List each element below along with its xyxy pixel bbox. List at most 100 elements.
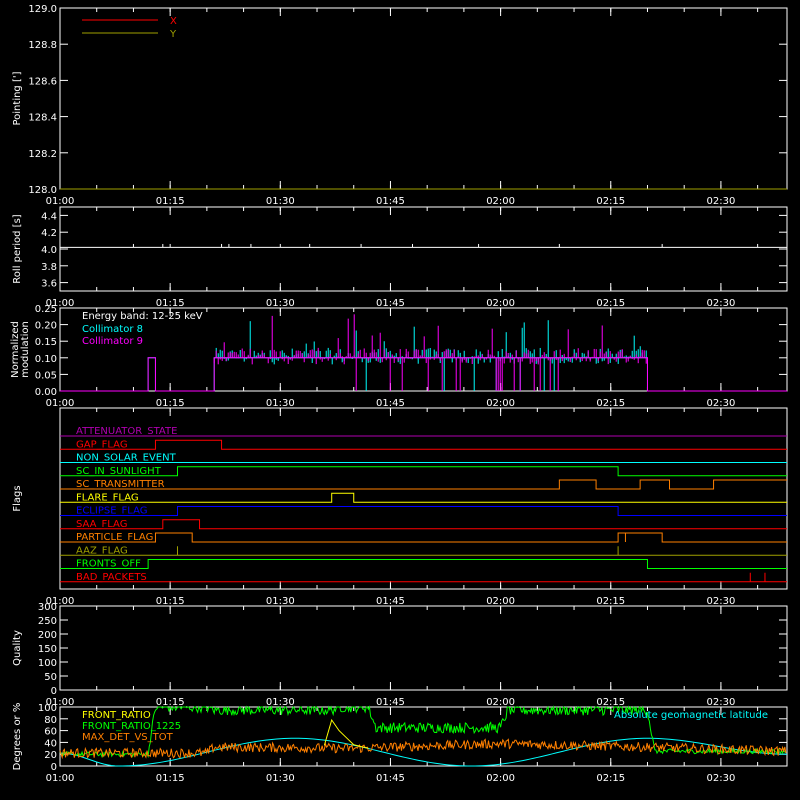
y-tick-label: 300: [38, 602, 57, 613]
y-tick-label: 100: [38, 658, 57, 669]
flag-label: FLARE_FLAG: [76, 492, 139, 503]
energy-band-annotation: Energy band: 12-25 keV: [82, 311, 203, 322]
housekeeping-plot: 01:00 01:15 01:30 01:45 02:00 02:15 02:30 Point…: [10, 4, 788, 784]
y-tick-label: 128.4: [28, 113, 57, 124]
y-axis-label: Degrees or %: [12, 703, 23, 771]
x-tick-label: 01:15: [156, 398, 185, 409]
x-tick-label: 01:30: [266, 596, 295, 607]
x-tick-label: 02:15: [596, 773, 625, 784]
y-tick-label: 40: [44, 738, 57, 749]
x-tick-label: 02:30: [706, 298, 735, 309]
x-tick-label: 02:15: [596, 298, 625, 309]
y-tick-label: 4.4: [41, 211, 57, 222]
x-tick-label: 01:45: [376, 398, 405, 409]
y-tick-label: 200: [38, 630, 57, 641]
x-tick-label: 02:00: [486, 398, 515, 409]
y-tick-label: 128.6: [28, 76, 57, 87]
y-tick-label: 150: [38, 644, 57, 655]
panel-frame: [59, 605, 788, 691]
y-tick-label: 4.0: [41, 245, 57, 256]
y-axis-label: Flags: [12, 485, 23, 511]
flag-trace: [60, 572, 787, 583]
y-axis-label: Quality: [12, 630, 23, 666]
x-tick-label: 01:30: [266, 773, 295, 784]
y-axis-label: Pointing [']: [12, 71, 23, 125]
y-tick-label: 250: [38, 616, 57, 627]
x-tick-label: 01:00: [46, 773, 75, 784]
x-tick-label: 01:45: [376, 773, 405, 784]
panel-frame: [59, 206, 788, 292]
legend-entry: Y: [169, 29, 177, 40]
x-tick-label: 02:15: [596, 398, 625, 409]
x-tick-label: 01:00: [46, 398, 75, 409]
y-tick-label: 0.15: [35, 337, 57, 348]
flag-label: BAD_PACKETS: [76, 572, 147, 583]
flag-trace: [60, 479, 787, 490]
x-tick-label: 02:15: [596, 596, 625, 607]
x-tick-label: 01:15: [156, 596, 185, 607]
y-tick-label: 0.00: [35, 387, 57, 398]
x-tick-label: 02:30: [706, 196, 735, 207]
y-tick-label: 128.2: [28, 149, 57, 160]
x-tick-label: 01:30: [266, 398, 295, 409]
flag-trace: [60, 532, 787, 543]
x-tick-label: 01:45: [376, 697, 405, 708]
y-tick-label: 0.20: [35, 321, 57, 332]
x-tick-label: 01:15: [156, 298, 185, 309]
legend-entry: FRONT_RATIO_1225: [82, 721, 181, 732]
y-tick-label: 0: [51, 686, 57, 697]
x-tick-label: 01:45: [376, 298, 405, 309]
y-tick-label: 128.0: [28, 185, 57, 196]
x-tick-label: 01:30: [266, 196, 295, 207]
modulation-trace-collimator-9: [60, 357, 787, 392]
flag-label: SC_TRANSMITTER: [76, 479, 165, 490]
geomagnetic-latitude-annotation: Absolute geomagnetic latitude: [614, 710, 768, 721]
x-tick-label: 02:00: [486, 773, 515, 784]
x-tick-label: 02:30: [706, 697, 735, 708]
x-tick-label: 01:15: [156, 773, 185, 784]
flag-trace: [60, 506, 787, 516]
x-tick-label: 02:30: [706, 398, 735, 409]
flag-label: ATTENUATOR_STATE: [76, 426, 177, 437]
x-tick-label: 02:00: [486, 596, 515, 607]
x-tick-label: 01:00: [46, 196, 75, 207]
y-tick-label: 0: [51, 762, 57, 773]
y-tick-label: 0.05: [35, 370, 57, 381]
x-tick-label: 01:15: [156, 196, 185, 207]
x-tick-label: 01:45: [376, 196, 405, 207]
flag-label: AAZ_FLAG: [76, 545, 128, 556]
flag-label: ECLIPSE_FLAG: [76, 506, 147, 517]
x-tick-label: 02:30: [706, 773, 735, 784]
flag-trace: [60, 546, 787, 556]
flag-trace: [60, 466, 787, 477]
x-tick-label: 02:30: [706, 596, 735, 607]
flag-trace: [60, 492, 787, 503]
x-tick-label: 02:00: [486, 298, 515, 309]
y-tick-label: 60: [44, 727, 57, 738]
x-tick-label: 01:45: [376, 596, 405, 607]
y-tick-label: 100: [38, 703, 57, 714]
flag-label: SAA_FLAG: [76, 519, 127, 530]
flag-label: FRONTS_OFF: [76, 559, 141, 570]
y-tick-label: 3.6: [41, 279, 57, 290]
flag-label: PARTICLE_FLAG: [76, 532, 153, 543]
flag-trace: [60, 559, 787, 569]
y-tick-label: 50: [44, 672, 57, 683]
flag-trace: [60, 519, 787, 530]
y-tick-label: 3.8: [41, 262, 57, 273]
y-tick-label: 4.2: [41, 228, 57, 239]
legend-entry: MAX_DET_VS_TOT: [82, 732, 174, 743]
y-axis-label: modulation: [20, 321, 31, 378]
legend-entry: FRONT_RATIO: [82, 710, 151, 721]
x-tick-label: 02:00: [486, 697, 515, 708]
flag-label: GAP_FLAG: [76, 439, 128, 450]
flag-label: NON_SOLAR_EVENT: [76, 453, 177, 464]
legend-entry: Collimator 8: [82, 324, 143, 335]
y-tick-label: 0.10: [35, 354, 57, 365]
flag-trace: [60, 439, 787, 450]
x-tick-label: 02:15: [596, 697, 625, 708]
legend-entry: X: [170, 16, 177, 27]
y-tick-label: 0.25: [35, 304, 57, 315]
flag-label: SC_IN_SUNLIGHT: [76, 466, 162, 477]
x-tick-label: 02:15: [596, 196, 625, 207]
